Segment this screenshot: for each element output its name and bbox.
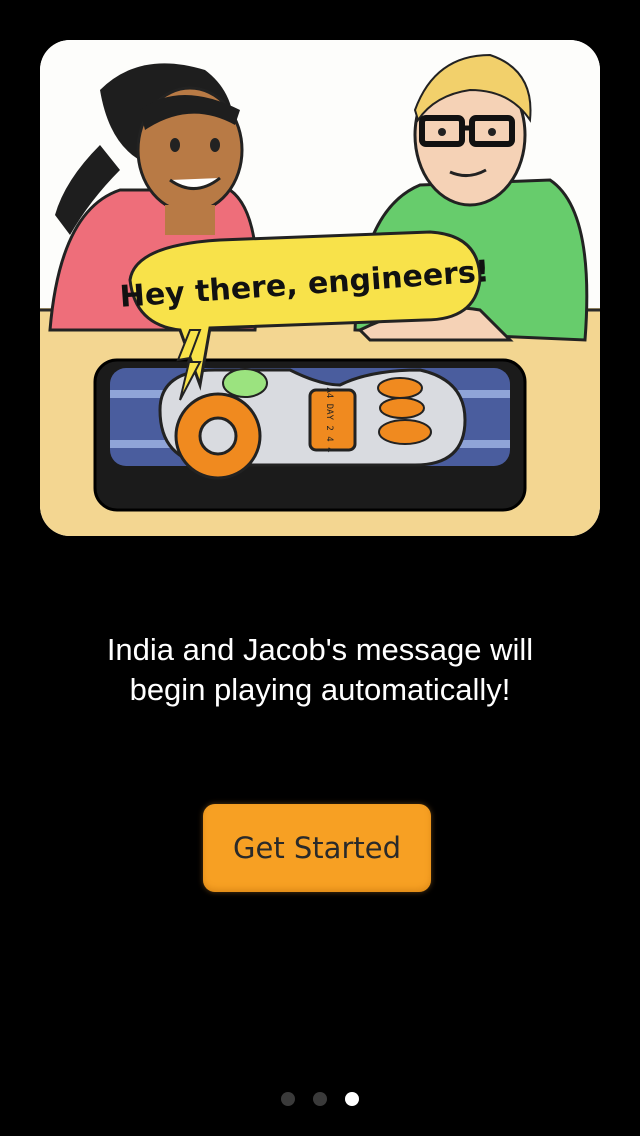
device: A4 DAY 2 4 4 (93, 358, 527, 512)
device-label: A4 DAY 2 4 4 (324, 387, 334, 452)
page-dot-1[interactable] (281, 1092, 295, 1106)
intro-message: India and Jacob's message will begin pla… (106, 632, 534, 707)
get-started-button[interactable]: Get Started (203, 804, 431, 892)
page-indicator[interactable] (0, 1092, 640, 1106)
page-dot-3[interactable] (345, 1092, 359, 1106)
page-dot-2[interactable] (313, 1092, 327, 1106)
illustration-card: A4 DAY 2 4 4 Hey there, engineers! (40, 40, 600, 536)
illustration: A4 DAY 2 4 4 Hey there, engineers! (40, 40, 600, 536)
